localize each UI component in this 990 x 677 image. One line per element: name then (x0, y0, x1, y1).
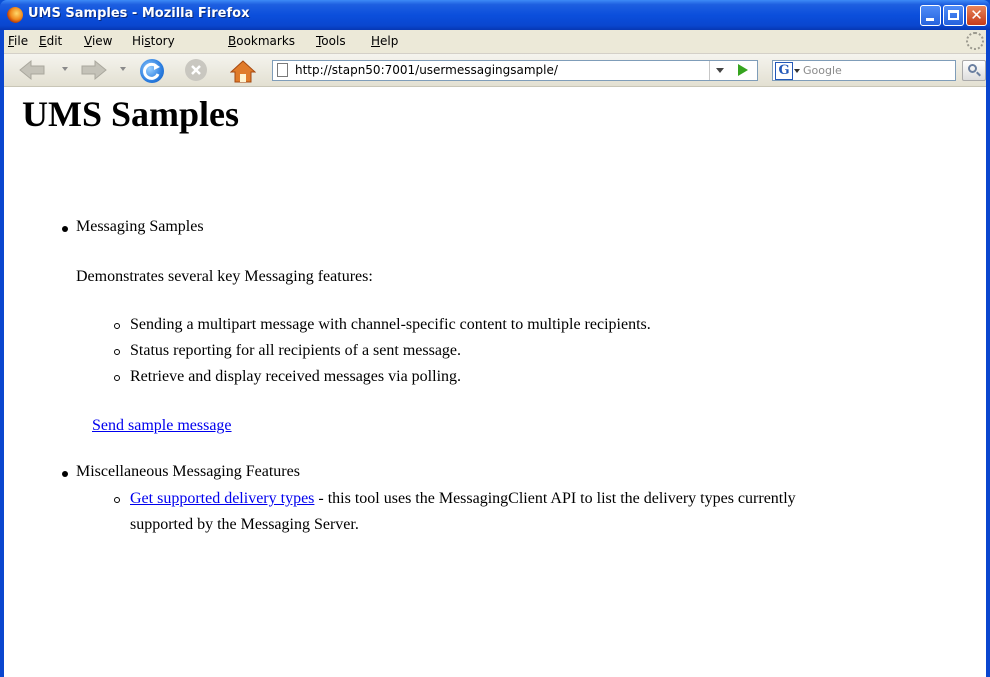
page-content: UMS Samples Messaging Samples Demonstrat… (4, 87, 986, 677)
address-bar[interactable]: http://stapn50:7001/usermessagingsample/ (272, 60, 758, 81)
list-bullet (62, 471, 68, 477)
menu-view[interactable]: View (84, 34, 112, 48)
page-title: UMS Samples (22, 94, 240, 134)
back-button[interactable] (18, 59, 46, 81)
minimize-icon (926, 18, 934, 21)
list-bullet (62, 226, 68, 232)
page-icon (277, 63, 288, 77)
forward-button[interactable] (80, 59, 108, 81)
throbber-icon (966, 32, 984, 50)
feature-item: Sending a multipart message with channel… (130, 316, 651, 333)
misc-feature-description: - this tool uses the MessagingClient API… (314, 490, 796, 507)
maximize-button[interactable] (943, 5, 964, 26)
back-arrow-icon (19, 59, 45, 81)
feature-item: Retrieve and display received messages v… (130, 368, 462, 385)
reload-icon (143, 62, 160, 80)
dropdown-arrow-icon (716, 68, 724, 73)
go-arrow-icon (738, 64, 748, 76)
forward-arrow-icon (81, 59, 107, 81)
menubar: File Edit View History Bookmarks Tools H… (4, 30, 986, 54)
reload-button[interactable] (140, 59, 164, 83)
section-messaging-samples: Messaging Samples (76, 218, 204, 235)
url-history-dropdown[interactable] (709, 61, 730, 80)
close-icon: ✕ (970, 6, 983, 24)
home-button[interactable] (229, 59, 257, 83)
close-button[interactable]: ✕ (966, 5, 987, 26)
search-bar[interactable]: G Google (772, 60, 956, 81)
misc-feature-description-cont: supported by the Messaging Server. (130, 516, 359, 533)
search-input[interactable]: Google (803, 64, 842, 77)
maximize-icon (948, 10, 959, 20)
menu-bookmarks[interactable]: Bookmarks (228, 34, 295, 48)
window-title: UMS Samples - Mozilla Firefox (28, 6, 250, 21)
feature-item: Status reporting for all recipients of a… (130, 342, 462, 359)
firefox-logo-icon (7, 7, 23, 23)
section-description: Demonstrates several key Messaging featu… (76, 268, 373, 285)
menu-help[interactable]: Help (371, 34, 398, 48)
section-misc-features: Miscellaneous Messaging Features (76, 463, 300, 480)
menu-history[interactable]: History (132, 34, 175, 48)
navigation-toolbar: http://stapn50:7001/usermessagingsample/… (4, 54, 986, 87)
misc-feature-item: Get supported delivery types - this tool… (130, 490, 796, 508)
menu-file[interactable]: File (8, 34, 28, 48)
forward-history-dropdown[interactable] (120, 67, 126, 71)
go-button[interactable] (731, 61, 755, 80)
list-bullet (114, 349, 120, 355)
window-frame-right (986, 30, 990, 677)
stop-icon (191, 65, 201, 75)
get-supported-delivery-types-link[interactable]: Get supported delivery types (130, 490, 314, 507)
list-bullet (114, 323, 120, 329)
list-bullet (114, 375, 120, 381)
menu-tools[interactable]: Tools (316, 34, 346, 48)
window-titlebar: UMS Samples - Mozilla Firefox ✕ (0, 0, 990, 30)
google-logo-icon[interactable]: G (775, 62, 793, 80)
search-engine-dropdown[interactable] (794, 69, 800, 73)
menu-edit[interactable]: Edit (39, 34, 62, 48)
url-input[interactable]: http://stapn50:7001/usermessagingsample/ (295, 63, 558, 77)
stop-button[interactable] (185, 59, 207, 81)
list-bullet (114, 497, 120, 503)
home-icon (229, 60, 257, 83)
back-history-dropdown[interactable] (62, 67, 68, 71)
minimize-button[interactable] (920, 5, 941, 26)
search-button[interactable] (962, 60, 986, 81)
send-sample-message-link[interactable]: Send sample message (92, 417, 232, 435)
